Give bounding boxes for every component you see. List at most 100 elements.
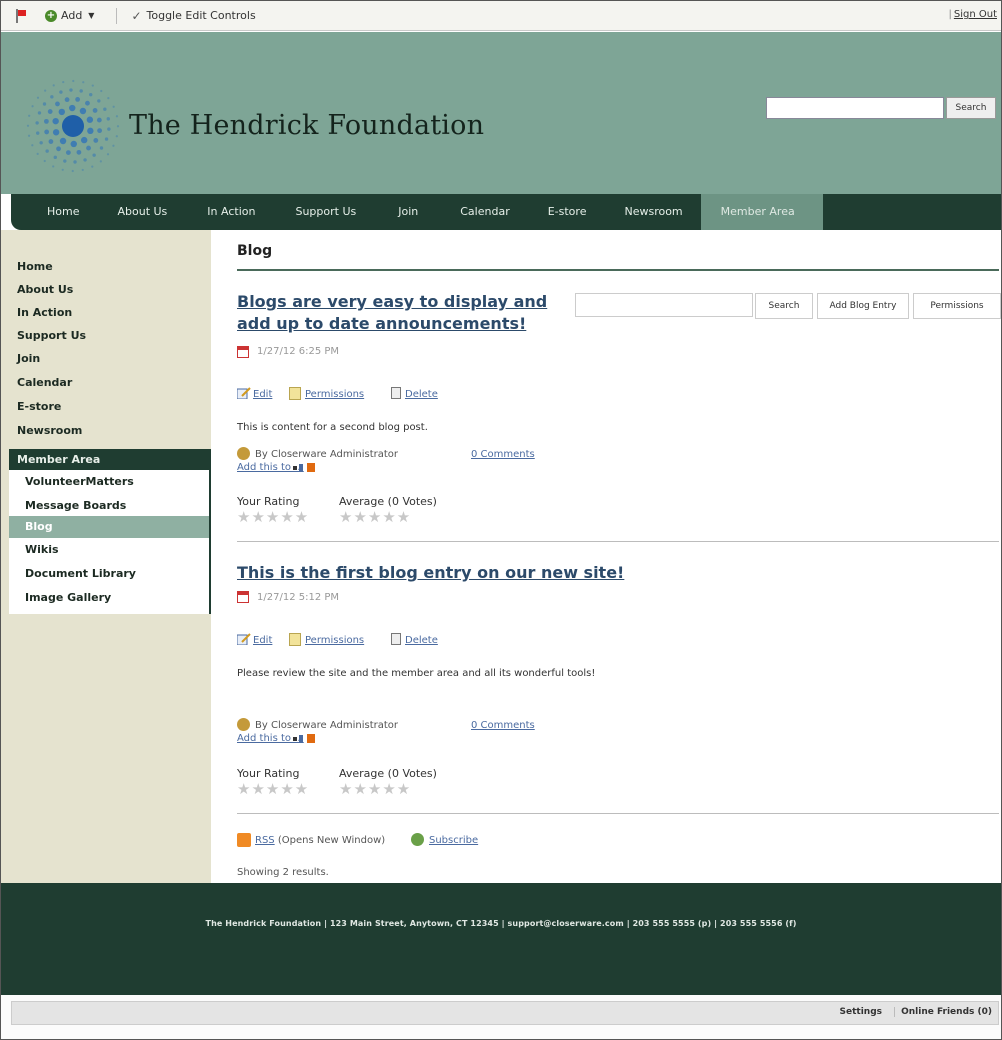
- post-title[interactable]: Blogs are very easy to display and add u…: [237, 291, 547, 335]
- plus-icon: +: [45, 9, 57, 22]
- calendar-icon: [237, 346, 249, 358]
- sidebar-item-support-us[interactable]: Support Us: [17, 329, 86, 342]
- your-rating-label: Your Rating: [237, 495, 300, 508]
- rss-link[interactable]: RSS: [255, 835, 275, 846]
- add-label: Add: [61, 9, 83, 22]
- sidebar-item-e-store[interactable]: E-store: [17, 400, 61, 413]
- chevron-down-icon: ▼: [88, 11, 95, 20]
- your-rating-label: Your Rating: [237, 767, 300, 780]
- main-nav: Home About Us In Action Support Us Join …: [11, 194, 1001, 230]
- footer-contact-text: The Hendrick Foundation | 123 Main Stree…: [205, 919, 797, 928]
- post-divider: [237, 813, 999, 814]
- post-divider: [237, 541, 999, 542]
- nav-item-join[interactable]: Join: [398, 194, 418, 230]
- post-date: 1/27/12 6:25 PM: [257, 346, 340, 357]
- permissions-icon: [289, 387, 301, 400]
- bottom-area: Settings Online Friends (0): [1, 995, 1001, 1039]
- post-title-line: add up to date announcements!: [237, 314, 527, 333]
- nav-item-member-area[interactable]: Member Area: [700, 194, 823, 230]
- post-author: By Closerware Administrator: [255, 720, 399, 731]
- edit-icon: [237, 633, 251, 645]
- post-title-line: This is the first blog entry on our new …: [237, 563, 625, 582]
- sidebar-item-join[interactable]: Join: [17, 352, 40, 365]
- site-search-button[interactable]: Search: [946, 97, 996, 119]
- post-date: 1/27/12 5:12 PM: [257, 592, 340, 603]
- nav-item-about-us[interactable]: About Us: [117, 194, 167, 230]
- subscribe-link[interactable]: Subscribe: [429, 835, 478, 846]
- nav-item-calendar[interactable]: Calendar: [460, 194, 509, 230]
- your-rating-stars[interactable]: ★★★★★: [237, 780, 309, 798]
- site-title[interactable]: The Hendrick Foundation: [129, 110, 484, 141]
- site-search-input[interactable]: [766, 97, 944, 119]
- sidebar-subitem-wikis[interactable]: Wikis: [25, 543, 59, 556]
- nav-item-support-us[interactable]: Support Us: [295, 194, 356, 230]
- post-author: By Closerware Administrator: [255, 449, 399, 460]
- sidebar-subitem-message-boards[interactable]: Message Boards: [25, 499, 126, 512]
- heading-divider: [237, 269, 999, 271]
- sidebar-subitem-document-library[interactable]: Document Library: [25, 567, 136, 580]
- permissions-button[interactable]: Permissions: [913, 293, 1001, 319]
- sidebar-item-in-action[interactable]: In Action: [17, 306, 72, 319]
- permissions-icon: [289, 633, 301, 646]
- sidebar-subitem-image-gallery[interactable]: Image Gallery: [25, 591, 111, 604]
- sidebar-item-calendar[interactable]: Calendar: [17, 376, 72, 389]
- delete-link[interactable]: Delete: [405, 635, 438, 646]
- toggle-edit-controls-button[interactable]: ✓ Toggle Edit Controls: [131, 9, 255, 23]
- sidebar-item-newsroom[interactable]: Newsroom: [17, 424, 82, 437]
- share-icons: [293, 734, 315, 743]
- delete-link[interactable]: Delete: [405, 389, 438, 400]
- post-title-line: Blogs are very easy to display and: [237, 292, 548, 311]
- flag-icon[interactable]: [15, 8, 27, 23]
- nav-item-e-store[interactable]: E-store: [548, 194, 587, 230]
- delete-icon: [391, 387, 401, 399]
- dockbar: + Add ▼ ✓ Toggle Edit Controls Sign Out: [1, 1, 1001, 31]
- site-banner: The Hendrick Foundation Search: [1, 32, 1001, 194]
- page-title: Blog: [237, 243, 273, 259]
- post-body: Please review the site and the member ar…: [237, 668, 596, 679]
- sidebar-subnav: VolunteerMatters Message Boards Blog Wik…: [9, 470, 211, 614]
- author-icon: [237, 447, 250, 460]
- post-title[interactable]: This is the first blog entry on our new …: [237, 562, 624, 584]
- share-icons: [293, 463, 315, 472]
- nav-item-in-action[interactable]: In Action: [207, 194, 255, 230]
- sidebar-subitem-blog[interactable]: Blog: [9, 516, 209, 538]
- checkmark-icon: ✓: [131, 8, 142, 23]
- permissions-link[interactable]: Permissions: [305, 389, 364, 400]
- your-rating-stars[interactable]: ★★★★★: [237, 508, 309, 526]
- sidebar-item-member-area[interactable]: Member Area: [9, 449, 211, 470]
- rss-note: (Opens New Window): [277, 835, 386, 846]
- subscribe-icon: [411, 833, 424, 846]
- comments-link[interactable]: 0 Comments: [471, 720, 535, 731]
- blog-search-button[interactable]: Search: [755, 293, 813, 319]
- rss-row: RSS (Opens New Window): [255, 835, 385, 846]
- sidebar-item-home[interactable]: Home: [17, 260, 53, 273]
- edit-icon: [237, 387, 251, 399]
- toggle-edit-label: Toggle Edit Controls: [146, 9, 256, 22]
- calendar-icon: [237, 591, 249, 603]
- add-blog-entry-button[interactable]: Add Blog Entry: [817, 293, 909, 319]
- average-rating-label: Average (0 Votes): [339, 767, 437, 780]
- sidebar-item-about-us[interactable]: About Us: [17, 283, 73, 296]
- rss-icon: [237, 833, 251, 847]
- dock-separator: [116, 7, 118, 24]
- edit-link[interactable]: Edit: [253, 635, 272, 646]
- nav-item-home[interactable]: Home: [47, 194, 79, 230]
- results-count: Showing 2 results.: [237, 867, 329, 878]
- post-body: This is content for a second blog post.: [237, 422, 428, 433]
- sidebar-subitem-volunteermatters[interactable]: VolunteerMatters: [25, 475, 134, 488]
- settings-button[interactable]: Settings: [840, 1007, 882, 1017]
- author-icon: [237, 718, 250, 731]
- sidebar: Home About Us In Action Support Us Join …: [1, 230, 211, 883]
- comments-link[interactable]: 0 Comments: [471, 449, 535, 460]
- average-rating-label: Average (0 Votes): [339, 495, 437, 508]
- add-menu-button[interactable]: + Add ▼: [45, 9, 94, 22]
- sign-out-link[interactable]: Sign Out: [949, 9, 997, 20]
- nav-item-newsroom[interactable]: Newsroom: [624, 194, 682, 230]
- online-friends-button[interactable]: Online Friends (0): [894, 1007, 992, 1017]
- edit-link[interactable]: Edit: [253, 389, 272, 400]
- blog-search-input[interactable]: [575, 293, 753, 317]
- average-rating-stars: ★★★★★: [339, 508, 412, 526]
- average-rating-stars: ★★★★★: [339, 780, 412, 798]
- delete-icon: [391, 633, 401, 645]
- permissions-link[interactable]: Permissions: [305, 635, 364, 646]
